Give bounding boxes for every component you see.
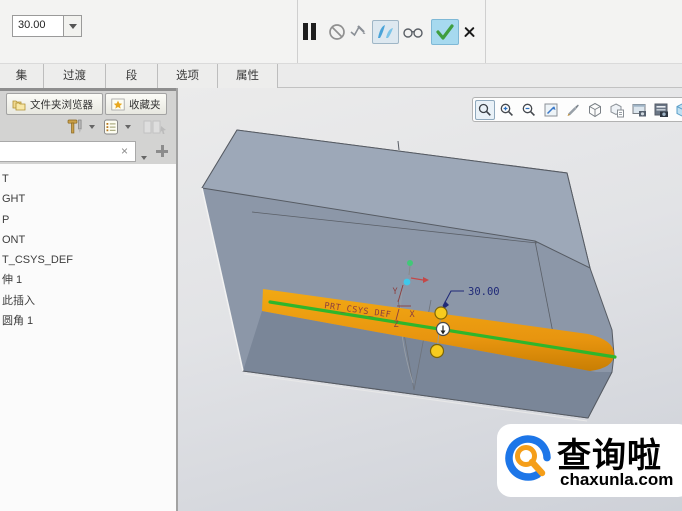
tree-item-round[interactable]: 圆角 1 [0, 311, 176, 331]
saved-views-icon [631, 102, 647, 118]
axis-label-x: X [409, 310, 415, 320]
preview-toggle-button[interactable] [372, 20, 399, 44]
dashboard-tabs: 集 过渡 段 选项 属性 [0, 63, 682, 88]
zoom-out-button[interactable] [519, 100, 539, 120]
no-preview-icon[interactable] [328, 23, 346, 41]
favorites-tab[interactable]: 收藏夹 [105, 93, 167, 115]
chevron-down-icon[interactable] [125, 125, 131, 129]
chaxunla-logo-icon [502, 431, 558, 491]
extent-drag-handle[interactable] [431, 345, 444, 358]
tree-item-extrude[interactable]: 伸 1 [0, 270, 176, 290]
navigator-panel: 文件夹浏览器 收藏夹 [0, 88, 178, 511]
search-options-dropdown[interactable] [141, 147, 151, 157]
glasses-icon[interactable] [402, 25, 424, 39]
section-button[interactable] [607, 100, 627, 120]
tab-transitions[interactable]: 过渡 [44, 64, 106, 88]
tools-icon[interactable] [66, 118, 84, 136]
zoom-in-icon [499, 102, 515, 118]
zoom-region-icon [477, 102, 493, 118]
ok-check-icon [432, 20, 458, 44]
repaint-icon [565, 102, 581, 118]
feature-edit-icon[interactable] [349, 22, 367, 40]
folder-browser-tab[interactable]: 文件夹浏览器 [6, 93, 103, 115]
column-settings-icon-disabled [142, 118, 168, 136]
favorites-label: 收藏夹 [129, 97, 161, 112]
preview-toggle-icon [373, 21, 398, 43]
cancel-button[interactable] [462, 24, 477, 39]
tab-sets[interactable]: 集 [0, 64, 44, 88]
section-icon [609, 102, 625, 118]
tree-item-right[interactable]: GHT [0, 189, 176, 209]
navigator-toolbar [0, 115, 178, 139]
display-style-icon [587, 102, 603, 118]
ok-button[interactable] [431, 19, 459, 45]
refit-icon [543, 102, 559, 118]
watermark-domain: chaxunla.com [560, 470, 673, 490]
in-graphics-toolbar [472, 97, 682, 122]
chevron-down-icon[interactable] [89, 125, 95, 129]
search-row: × [0, 140, 178, 164]
dimension-value[interactable]: 30.00 [468, 286, 500, 298]
tree-item-insert-here[interactable]: 此插入 [0, 291, 176, 311]
tree-item-part[interactable]: T [0, 169, 176, 189]
perspective-button[interactable] [673, 100, 682, 120]
graphics-area[interactable]: Y X Z PRT_CSYS_DEF 30.00 [178, 88, 682, 511]
zoom-out-icon [521, 102, 537, 118]
model-tree: T GHT P ONT T_CSYS_DEF 伸 1 此插入 圆角 1 [0, 164, 176, 511]
tab-options[interactable]: 选项 [158, 64, 218, 88]
display-style-button[interactable] [585, 100, 605, 120]
tab-pieces[interactable]: 段 [106, 64, 158, 88]
flip-handle[interactable] [437, 323, 450, 336]
pause-icon[interactable] [303, 23, 317, 40]
tree-search-input[interactable]: × [0, 141, 136, 162]
axis-label-y: Y [392, 287, 397, 297]
tree-item-front[interactable]: ONT [0, 230, 176, 250]
perspective-icon [675, 102, 682, 118]
panel-divider [0, 88, 178, 91]
edge-tick [398, 141, 399, 150]
watermark: 查询啦 chaxunla.com [497, 424, 682, 497]
tree-item-top[interactable]: P [0, 210, 176, 230]
dashboard-bar: 30.00 [0, 0, 682, 63]
folder-browser-label: 文件夹浏览器 [30, 97, 93, 112]
application-window: 30.00 [0, 0, 682, 511]
folders-icon [12, 98, 26, 111]
tab-properties[interactable]: 属性 [218, 64, 278, 88]
zoom-in-button[interactable] [497, 100, 517, 120]
dashboard-controls [0, 0, 682, 63]
tree-filter-icon[interactable] [102, 118, 120, 136]
repaint-button[interactable] [563, 100, 583, 120]
refit-button[interactable] [541, 100, 561, 120]
chevron-down-icon [141, 156, 147, 160]
saved-views-button[interactable] [629, 100, 649, 120]
add-filter-button[interactable] [154, 143, 170, 159]
zoom-region-button[interactable] [475, 100, 495, 120]
star-icon [111, 98, 125, 111]
clear-search-icon[interactable]: × [118, 145, 131, 158]
tree-item-csys[interactable]: T_CSYS_DEF [0, 250, 176, 270]
view-manager-button[interactable] [651, 100, 671, 120]
view-manager-icon [653, 102, 669, 118]
radius-drag-handle[interactable] [435, 307, 447, 319]
axis-label-z: Z [393, 320, 398, 330]
